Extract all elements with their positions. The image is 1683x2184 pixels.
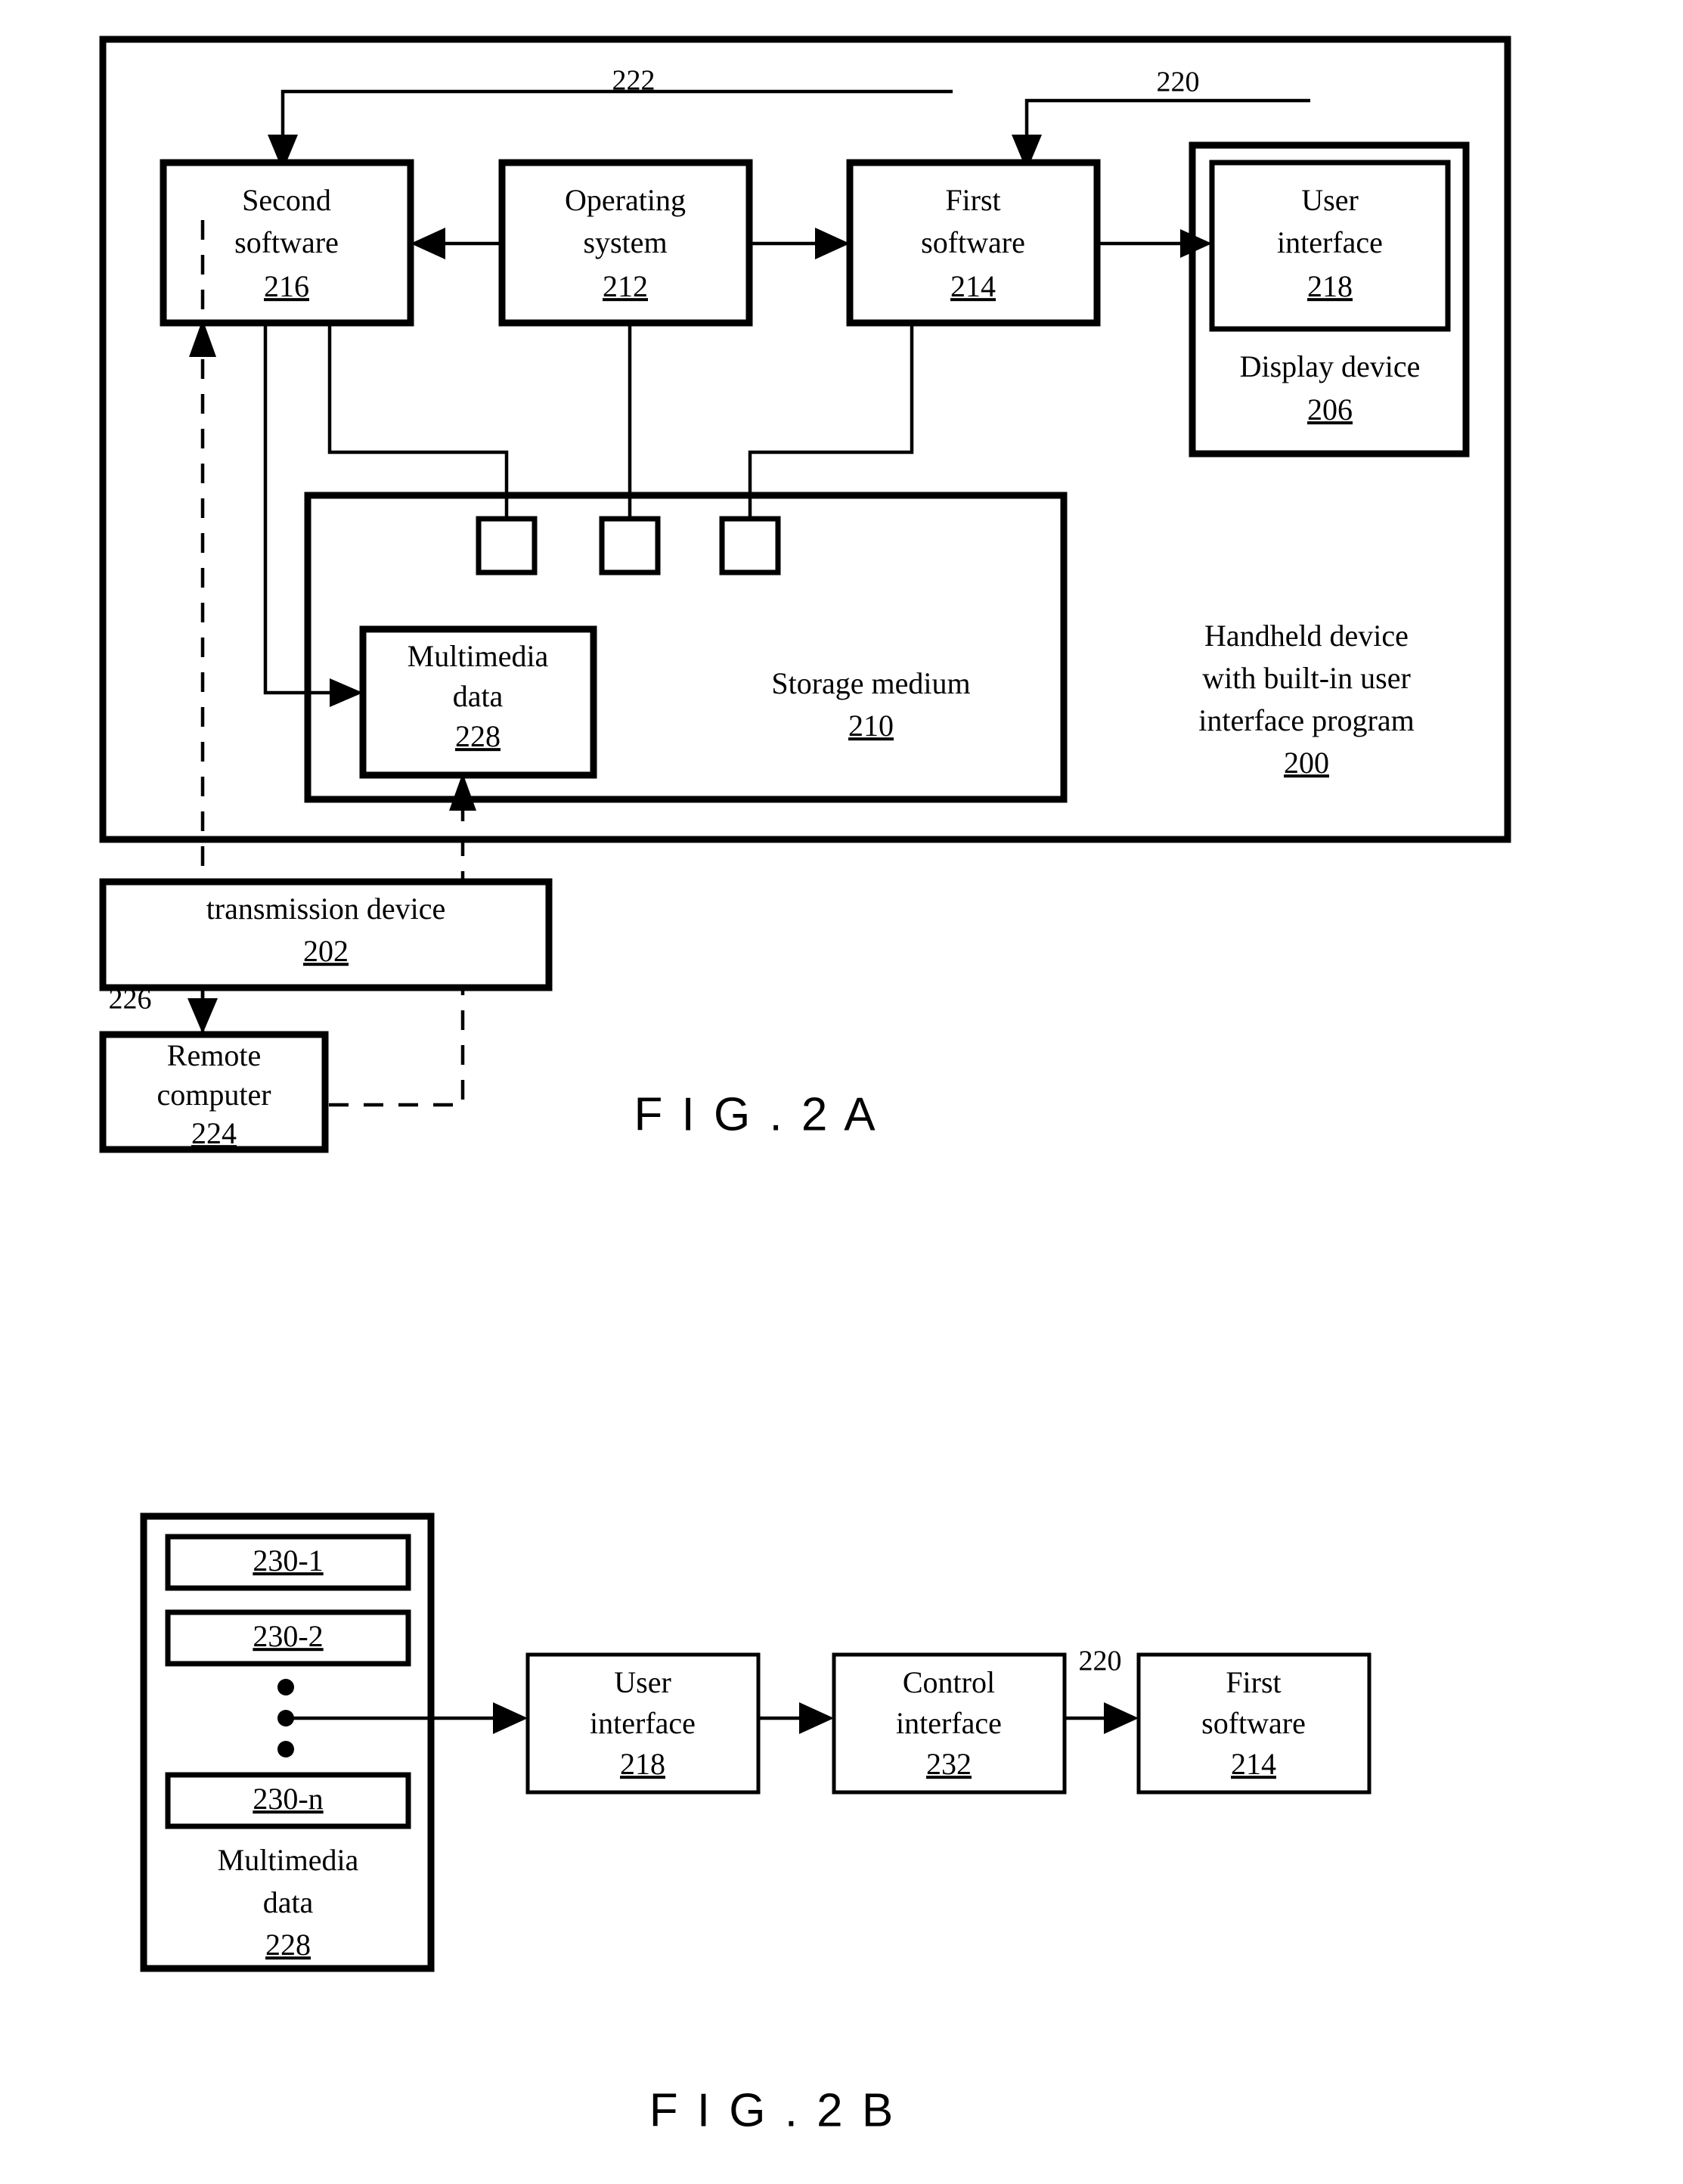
box-fig2b-first-software-line2: software [1201,1706,1306,1740]
box-fig2b-item-230-n-ref: 230-n [253,1782,323,1816]
box-display-device-label: Display device [1240,349,1421,383]
storage-port-2 [599,516,661,575]
box-second-software-line1: Second [242,183,331,217]
arrow-fig2b-user-interface-to-control-interface-head [799,1702,834,1734]
box-multimedia-data-ref: 228 [455,719,501,753]
fig2b-connector-220-label: 220 [1079,1646,1122,1677]
patent-diagram-svg: 222 220 Second software 216 Operating sy… [99,36,1511,2136]
storage-port-3 [719,516,781,575]
box-fig2b-multimedia-data-line2: data [263,1885,314,1919]
box-fig2b-control-interface-ref: 232 [926,1747,972,1781]
box-operating-system-ref: 212 [603,269,648,303]
handheld-device-ref: 200 [1284,746,1329,780]
box-fig2b-control-interface-line1: Control [903,1665,995,1699]
box-first-software-line1: First [945,183,1000,217]
box-user-interface-line2: interface [1277,225,1383,259]
box-fig2b-first-software-ref: 214 [1231,1747,1276,1781]
box-remote-computer-line1: Remote [167,1038,261,1072]
box-second-software-ref: 216 [264,269,309,303]
box-remote-computer-line2: computer [157,1078,271,1112]
box-fig2b-item-230-1-ref: 230-1 [253,1543,323,1578]
box-remote-computer-ref: 224 [191,1116,237,1150]
box-multimedia-data-line1: Multimedia [408,639,549,673]
box-operating-system-line1: Operating [565,183,686,217]
box-fig2b-user-interface-line2: interface [590,1706,696,1740]
ellipsis-dot-1 [277,1679,294,1695]
storage-port-1 [476,516,538,575]
box-user-interface-ref: 218 [1307,269,1353,303]
box-display-device-ref: 206 [1307,392,1353,427]
box-fig2b-multimedia-data-line1: Multimedia [218,1843,359,1877]
ellipsis-dot-3 [277,1741,294,1757]
handheld-device-line3: interface program [1198,703,1414,737]
connector-226-label: 226 [109,984,152,1016]
box-fig2b-user-interface-line1: User [614,1665,671,1699]
fig-2b-caption: F I G . 2 B [649,2084,897,2136]
box-transmission-device-label: transmission device [206,892,446,926]
box-transmission-device-ref: 202 [303,934,349,968]
box-first-software-ref: 214 [950,269,996,303]
box-multimedia-data-line2: data [453,679,504,713]
box-storage-medium-label: Storage medium [771,666,970,700]
handheld-device-line1: Handheld device [1204,619,1409,653]
fig-2b-group: 230-1 230-2 230-n Multimedia data 228 Us… [140,1512,1372,2136]
box-second-software-line2: software [234,225,339,259]
fig-2a-group: 222 220 Second software 216 Operating sy… [99,36,1511,1153]
box-fig2b-multimedia-data-ref: 228 [265,1928,311,1962]
box-fig2b-first-software-line1: First [1226,1665,1281,1699]
connector-226-arrowhead [188,998,218,1034]
box-fig2b-item-230-2-ref: 230-2 [253,1619,323,1653]
connector-222-label: 222 [612,65,656,97]
box-user-interface-line1: User [1301,183,1359,217]
arrow-fig2b-multimedia-to-user-interface-head [493,1702,528,1734]
box-fig2b-control-interface-line2: interface [896,1706,1002,1740]
box-operating-system-line2: system [583,225,667,259]
box-first-software-line2: software [921,225,1025,259]
handheld-device-line2: with built-in user [1202,661,1411,695]
fig-2a-caption: F I G . 2 A [634,1088,878,1140]
arrow-fig2b-control-interface-to-first-software-head [1104,1702,1139,1734]
patent-figure-sheet: 222 220 Second software 216 Operating sy… [0,0,1683,2184]
box-fig2b-user-interface-ref: 218 [620,1747,665,1781]
connector-220-label: 220 [1157,67,1200,98]
box-storage-medium-ref: 210 [848,709,894,743]
